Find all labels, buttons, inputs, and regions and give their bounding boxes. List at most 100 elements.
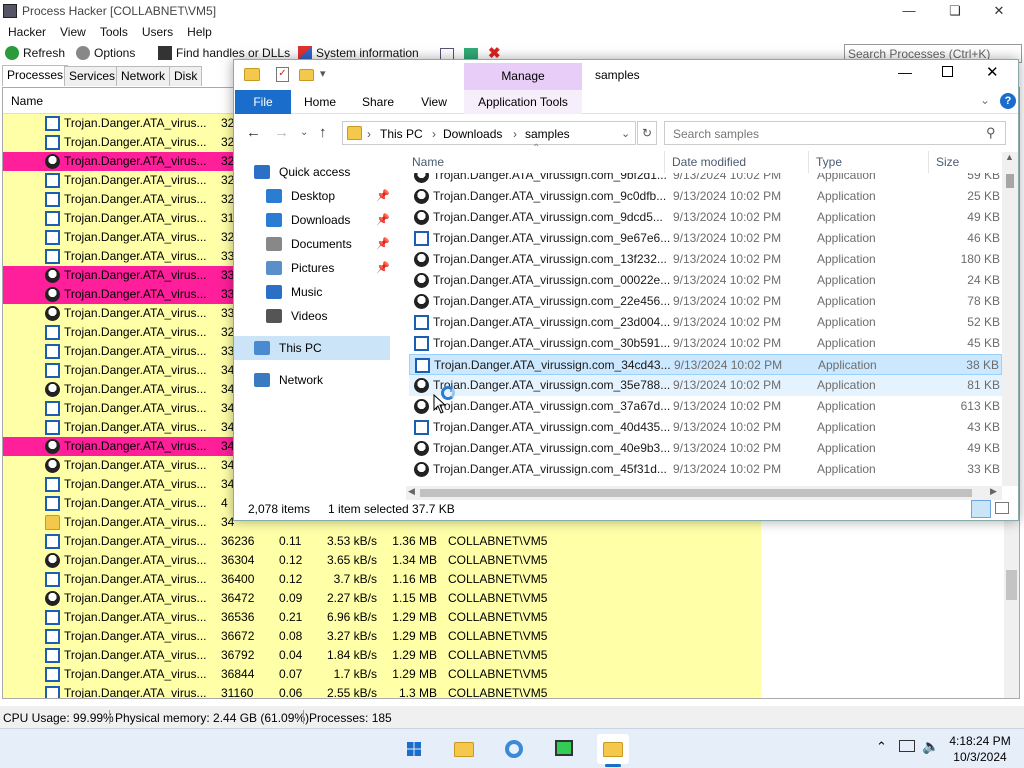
table-row[interactable]: Trojan.Danger.ATA_virus... 36792 0.04 1.84 …: [3, 646, 761, 665]
table-row[interactable]: Trojan.Danger.ATA_virus... 36844 0.07 1.7 k…: [3, 665, 761, 684]
scroll-left-icon[interactable]: ◀: [408, 486, 415, 497]
table-row[interactable]: Trojan.Danger.ATA_virus... 36236 0.11 3.53 …: [3, 532, 761, 551]
menu-help[interactable]: Help: [179, 22, 218, 39]
menu-tools[interactable]: Tools: [92, 22, 134, 39]
refresh-icon[interactable]: ↻: [637, 121, 657, 145]
maximize-icon[interactable]: [942, 66, 953, 77]
taskbar-file-explorer-active[interactable]: [597, 734, 629, 767]
nav-item[interactable]: Videos: [234, 304, 390, 328]
explorer-scroll-thumb[interactable]: [1006, 174, 1014, 188]
taskbar-process-hacker[interactable]: [549, 734, 579, 764]
taskbar-file-explorer[interactable]: [449, 734, 479, 764]
table-row[interactable]: Trojan.Danger.ATA_virus... 36536 0.21 6.96 …: [3, 608, 761, 627]
tab-services[interactable]: Services: [64, 66, 121, 86]
explorer-hscroll-thumb[interactable]: [420, 489, 972, 497]
file-row[interactable]: Trojan.Danger.ATA_virussign.com_40e9b3..…: [409, 438, 1002, 459]
close-icon[interactable]: ✕: [976, 0, 1022, 22]
customize-qat-icon[interactable]: ▾: [320, 67, 326, 80]
nav-item[interactable]: Quick access: [234, 160, 390, 184]
scroll-right-icon[interactable]: ▶: [990, 486, 997, 497]
system-information-button[interactable]: System information: [298, 46, 419, 60]
start-button[interactable]: [399, 734, 429, 764]
tab-view[interactable]: View: [414, 90, 454, 114]
column-name[interactable]: Name: [11, 94, 43, 108]
minimize-icon[interactable]: —: [886, 0, 932, 22]
table-row[interactable]: Trojan.Danger.ATA_virus... 36400 0.12 3.7 k…: [3, 570, 761, 589]
file-row[interactable]: Trojan.Danger.ATA_virussign.com_23d004..…: [409, 312, 1002, 333]
find-handles-button[interactable]: Find handles or DLLs: [158, 46, 290, 60]
nav-item[interactable]: Documents 📌: [234, 232, 390, 256]
tab-file[interactable]: File: [235, 90, 291, 114]
manage-tab[interactable]: Manage: [464, 63, 582, 90]
ph-title-bar[interactable]: Process Hacker [COLLABNET\VM5] — ❏ ✕: [0, 0, 1024, 22]
file-row[interactable]: Trojan.Danger.ATA_virussign.com_9bf2d1..…: [409, 173, 1002, 186]
column-divider[interactable]: [664, 151, 665, 173]
breadcrumb-downloads[interactable]: Downloads: [443, 127, 502, 141]
breadcrumb-samples[interactable]: samples: [525, 127, 570, 141]
breadcrumb-this-pc[interactable]: This PC: [380, 127, 423, 141]
table-row[interactable]: Trojan.Danger.ATA_virus... 36304 0.12 3.65 …: [3, 551, 761, 570]
column-size[interactable]: Size: [936, 155, 959, 169]
minimize-icon[interactable]: —: [898, 64, 912, 80]
file-row[interactable]: Trojan.Danger.ATA_virussign.com_22e456..…: [409, 291, 1002, 312]
network-icon[interactable]: [899, 740, 915, 752]
file-row[interactable]: Trojan.Danger.ATA_virussign.com_30b591..…: [409, 333, 1002, 354]
ph-scroll-thumb[interactable]: [1006, 570, 1017, 600]
column-name[interactable]: Name: [412, 155, 444, 169]
table-row[interactable]: Trojan.Danger.ATA_virus... 36672 0.08 3.27 …: [3, 627, 761, 646]
menu-users[interactable]: Users: [134, 22, 179, 39]
nav-item[interactable]: Downloads 📌: [234, 208, 390, 232]
chevron-up-icon[interactable]: ⌃: [876, 739, 887, 755]
file-row[interactable]: Trojan.Danger.ATA_virussign.com_9dcd5...…: [409, 207, 1002, 228]
tab-processes[interactable]: Processes: [2, 65, 69, 86]
clock[interactable]: 4:18:24 PM 10/3/2024: [940, 733, 1020, 765]
address-bar[interactable]: › This PC › Downloads › samples ⌄: [342, 121, 636, 145]
nav-item[interactable]: Network: [234, 368, 390, 392]
file-row[interactable]: Trojan.Danger.ATA_virussign.com_35e788..…: [409, 375, 1002, 396]
file-row[interactable]: Trojan.Danger.ATA_virussign.com_13f232..…: [409, 249, 1002, 270]
table-row[interactable]: Trojan.Danger.ATA_virus... 31160 0.06 2.55 …: [3, 684, 761, 698]
file-row[interactable]: Trojan.Danger.ATA_virussign.com_37a67d..…: [409, 396, 1002, 417]
address-dropdown-icon[interactable]: ⌄: [621, 127, 630, 140]
tab-home[interactable]: Home: [300, 90, 340, 114]
file-row[interactable]: Trojan.Danger.ATA_virussign.com_40d435..…: [409, 417, 1002, 438]
pin-icon[interactable]: 📌: [376, 237, 390, 250]
forward-arrow-icon[interactable]: →: [274, 124, 289, 141]
table-row[interactable]: Trojan.Danger.ATA_virus... 36472 0.09 2.27 …: [3, 589, 761, 608]
details-view-icon[interactable]: [971, 500, 991, 518]
nav-item[interactable]: Music: [234, 280, 390, 304]
column-type[interactable]: Type: [816, 155, 842, 169]
recent-locations-icon[interactable]: ⌄: [300, 127, 308, 138]
help-icon[interactable]: ?: [1000, 93, 1016, 109]
pin-icon[interactable]: 📌: [376, 189, 390, 202]
nav-item[interactable]: This PC: [234, 336, 390, 360]
new-folder-icon[interactable]: [299, 69, 314, 81]
column-divider[interactable]: [928, 151, 929, 173]
taskbar-browser[interactable]: [499, 734, 529, 764]
explorer-vertical-scrollbar[interactable]: ▲: [1002, 152, 1018, 486]
file-row[interactable]: Trojan.Danger.ATA_virussign.com_34cd43..…: [409, 354, 1002, 375]
pin-icon[interactable]: 📌: [376, 213, 390, 226]
file-row[interactable]: Trojan.Danger.ATA_virussign.com_9c0dfb..…: [409, 186, 1002, 207]
search-samples-input[interactable]: Search samples: [664, 121, 1006, 145]
volume-icon[interactable]: 🔈: [922, 738, 939, 755]
expand-ribbon-icon[interactable]: ⌄: [980, 93, 990, 107]
tab-share[interactable]: Share: [358, 90, 398, 114]
nav-item[interactable]: Desktop 📌: [234, 184, 390, 208]
column-divider[interactable]: [808, 151, 809, 173]
refresh-button[interactable]: Refresh: [5, 46, 65, 60]
menu-view[interactable]: View: [52, 22, 92, 39]
tab-network[interactable]: Network: [116, 66, 171, 86]
tab-application-tools[interactable]: Application Tools: [464, 90, 582, 114]
restore-icon[interactable]: ❏: [932, 0, 978, 22]
explorer-title-bar[interactable]: ✓ ▾ Manage samples — ✕: [234, 60, 1018, 90]
properties-icon[interactable]: ✓: [276, 67, 289, 82]
close-icon[interactable]: ✕: [986, 63, 999, 81]
back-arrow-icon[interactable]: ←: [246, 124, 261, 141]
scroll-up-icon[interactable]: ▲: [1005, 152, 1014, 162]
up-arrow-icon[interactable]: ↑: [319, 124, 327, 141]
file-list[interactable]: Trojan.Danger.ATA_virussign.com_9bf2d1..…: [406, 173, 1002, 478]
large-icons-view-icon[interactable]: [995, 502, 1009, 514]
nav-item[interactable]: Pictures 📌: [234, 256, 390, 280]
options-button[interactable]: Options: [76, 46, 135, 60]
